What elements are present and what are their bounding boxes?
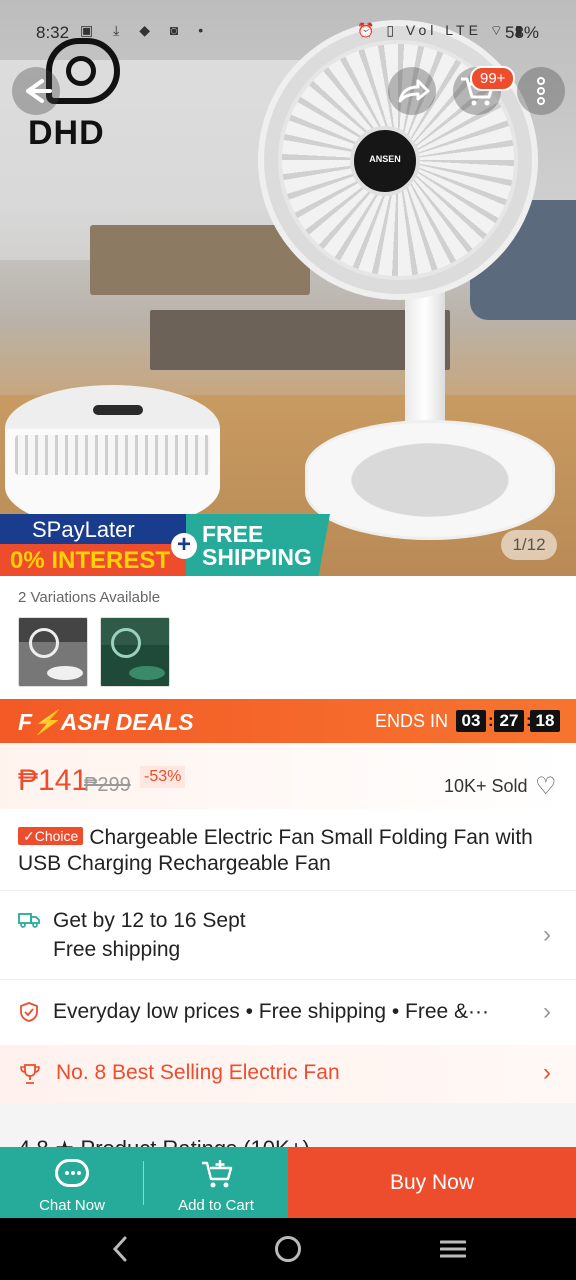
more-vertical-icon <box>537 77 545 105</box>
flash-deals-bar[interactable]: F⚡ASH DEALS ENDS IN 03 : 27 : 18 <box>0 699 576 743</box>
nav-back-icon[interactable] <box>112 1236 128 1262</box>
share-button[interactable] <box>388 67 436 115</box>
back-arrow-icon <box>26 79 52 103</box>
share-icon <box>398 79 430 103</box>
nav-home-icon[interactable] <box>275 1236 301 1262</box>
add-to-cart-icon <box>202 1160 233 1188</box>
fan-folded <box>5 385 220 530</box>
guarantees-row[interactable]: Everyday low prices • Free shipping • Fr… <box>0 980 576 1042</box>
bg-cabinet <box>90 225 310 295</box>
more-options-button[interactable] <box>517 67 565 115</box>
spaylater-label: SPayLater <box>0 514 186 544</box>
heart-icon[interactable]: ♡ <box>535 772 557 801</box>
flash-deals-title: F⚡ASH DEALS <box>18 709 194 735</box>
add-to-cart-label: Add to Cart <box>178 1197 254 1214</box>
delivery-estimate: Get by 12 to 16 Sept <box>53 909 246 932</box>
spaylater-banner: SPayLater 0% INTEREST <box>0 514 186 576</box>
bottom-action-bar: Chat Now Add to Cart Buy Now <box>0 1147 576 1218</box>
variation-base-image <box>47 666 83 680</box>
chevron-right-icon: › <box>543 1059 551 1086</box>
chevron-right-icon: › <box>543 921 551 948</box>
choice-badge: ✓Choice <box>18 827 84 845</box>
image-page-counter: 1/12 <box>501 530 557 560</box>
sold-count: 10K+ Sold <box>444 776 528 796</box>
best-selling-row[interactable]: No. 8 Best Selling Electric Fan › <box>0 1045 576 1103</box>
chat-now-label: Chat Now <box>39 1197 105 1214</box>
guarantees-text: Everyday low prices • Free shipping • Fr… <box>53 1000 490 1023</box>
battery-level: 58% <box>505 23 540 42</box>
interest-label: 0% INTEREST <box>0 544 186 576</box>
chat-icon <box>55 1159 89 1187</box>
trophy-icon <box>20 1064 40 1084</box>
product-title-block: ✓Choice Chargeable Electric Fan Small Fol… <box>18 825 558 877</box>
variation-fan-image <box>111 628 141 658</box>
chevron-right-icon: › <box>543 998 551 1025</box>
current-price: ₱141 <box>18 764 89 797</box>
fan-folded-logo <box>93 405 143 415</box>
notification-icons: ▣ ⤓ ◆ ◙ • <box>80 22 212 38</box>
discount-badge: -53% <box>140 766 186 788</box>
back-button[interactable] <box>12 67 60 115</box>
add-to-cart-button[interactable]: Add to Cart <box>144 1147 288 1218</box>
plus-icon: + <box>171 533 197 559</box>
variation-fan-image <box>29 628 59 658</box>
countdown-hours: 03 <box>456 710 486 732</box>
best-selling-text: No. 8 Best Selling Electric Fan <box>56 1061 340 1084</box>
system-nav-bar <box>0 1218 576 1280</box>
variation-thumb-green[interactable] <box>100 617 170 687</box>
brand-logo-text: DHD <box>28 114 105 152</box>
countdown-minutes: 27 <box>494 710 524 732</box>
fan-hub-text: ANSEN <box>369 154 401 164</box>
fan-folded-vents <box>15 435 210 475</box>
free-shipping-banner: FREE SHIPPING <box>186 514 330 576</box>
buy-now-button[interactable]: Buy Now <box>288 1147 576 1218</box>
system-icons: ⏰ ▯ Vol LTE ⌔ ▮ <box>357 22 527 38</box>
nav-recents-icon[interactable] <box>440 1239 466 1259</box>
price-section: ₱141 ₱299 -53% 10K+ Sold ♡ <box>0 743 576 809</box>
original-price: ₱299 <box>84 774 131 796</box>
brand-mark-inner <box>66 56 96 86</box>
product-title: Chargeable Electric Fan Small Folding Fa… <box>18 826 533 875</box>
free-label: FREE <box>202 521 264 547</box>
fan-base <box>305 420 555 540</box>
countdown-separator: : <box>488 711 494 730</box>
countdown-seconds: 18 <box>530 710 560 732</box>
truck-icon <box>18 913 40 928</box>
ends-in-label: ENDS IN <box>375 711 449 731</box>
variations-label: 2 Variations Available <box>18 589 161 606</box>
shipping-row[interactable]: Get by 12 to 16 Sept Free shipping › <box>0 891 576 979</box>
shield-icon <box>20 1002 38 1022</box>
fan-hub: ANSEN <box>350 126 420 196</box>
cart-count-badge: 99+ <box>470 66 516 91</box>
variation-thumb-white[interactable] <box>18 617 88 687</box>
shipping-fee-label: Free shipping <box>53 938 181 961</box>
variation-base-image <box>129 666 165 680</box>
chat-now-button[interactable]: Chat Now <box>0 1147 144 1218</box>
shipping-label: SHIPPING <box>202 544 312 570</box>
